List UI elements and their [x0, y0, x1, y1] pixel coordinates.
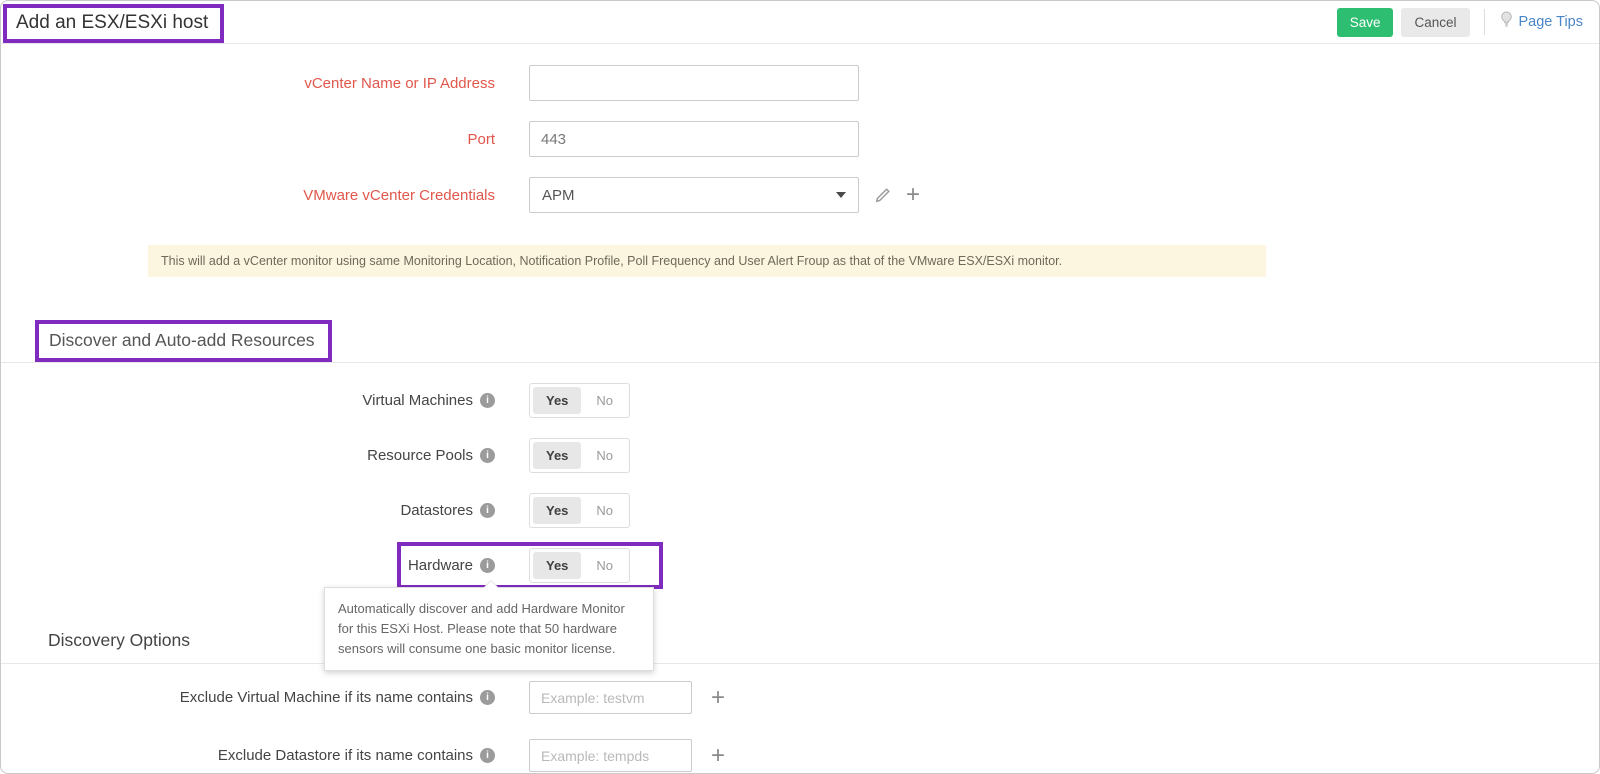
virtual-machines-row: Virtual Machines Yes No — [1, 383, 1599, 418]
virtual-machines-yes-option[interactable]: Yes — [533, 387, 581, 414]
chevron-down-icon — [836, 192, 846, 198]
exclude-datastore-add-button[interactable]: + — [711, 744, 725, 768]
virtual-machines-info-icon[interactable] — [480, 393, 495, 408]
edit-credentials-button[interactable] — [874, 187, 891, 204]
credentials-label: VMware vCenter Credentials — [1, 187, 495, 204]
discovery-options-title: Discovery Options — [48, 630, 1599, 651]
resource-pools-yes-option[interactable]: Yes — [533, 442, 581, 469]
virtual-machines-toggle: Yes No — [529, 383, 630, 418]
virtual-machines-no-option[interactable]: No — [583, 387, 626, 414]
exclude-vm-info-icon[interactable] — [480, 690, 495, 705]
add-esx-host-page: Add an ESX/ESXi host Save Cancel Page Ti… — [0, 0, 1600, 774]
page-title: Add an ESX/ESXi host — [16, 12, 208, 34]
credentials-selected-value: APM — [542, 187, 575, 204]
exclude-vm-label: Exclude Virtual Machine if its name cont… — [180, 689, 473, 706]
credentials-row: VMware vCenter Credentials APM + — [1, 177, 1599, 213]
resource-pools-toggle: Yes No — [529, 438, 630, 473]
cancel-button[interactable]: Cancel — [1401, 8, 1469, 37]
add-credentials-button[interactable]: + — [906, 183, 920, 207]
page-tips-link[interactable]: Page Tips — [1499, 11, 1584, 33]
discover-section-highlight-box: Discover and Auto-add Resources — [35, 320, 332, 362]
header-divider — [1484, 9, 1485, 35]
exclude-datastore-input[interactable] — [529, 739, 692, 772]
vcenter-name-row: vCenter Name or IP Address — [1, 65, 1599, 101]
vcenter-name-input[interactable] — [529, 65, 859, 101]
page-title-highlight-box: Add an ESX/ESXi host — [3, 4, 224, 43]
port-input[interactable] — [529, 121, 859, 157]
resource-pools-row: Resource Pools Yes No — [1, 438, 1599, 473]
hardware-no-option[interactable]: No — [583, 552, 626, 579]
credentials-dropdown[interactable]: APM — [529, 177, 859, 213]
datastores-toggle: Yes No — [529, 493, 630, 528]
virtual-machines-label: Virtual Machines — [362, 392, 473, 409]
exclude-vm-row: Exclude Virtual Machine if its name cont… — [1, 681, 1599, 714]
lightbulb-icon — [1499, 11, 1514, 33]
port-row: Port — [1, 121, 1599, 157]
hardware-row: Hardware Yes No Automatically discover a… — [1, 548, 1599, 583]
page-header: Add an ESX/ESXi host Save Cancel Page Ti… — [1, 1, 1599, 44]
exclude-datastore-label: Exclude Datastore if its name contains — [218, 747, 473, 764]
header-actions: Save Cancel Page Tips — [1337, 8, 1583, 37]
datastores-no-option[interactable]: No — [583, 497, 626, 524]
discovery-options-divider — [1, 663, 1599, 664]
datastores-yes-option[interactable]: Yes — [533, 497, 581, 524]
resource-pools-label: Resource Pools — [367, 447, 473, 464]
hardware-info-icon[interactable] — [480, 558, 495, 573]
hardware-toggle: Yes No — [529, 548, 630, 583]
discover-section-divider — [1, 362, 1599, 363]
exclude-datastore-info-icon[interactable] — [480, 748, 495, 763]
page-tips-label: Page Tips — [1519, 14, 1584, 30]
hardware-tooltip: Automatically discover and add Hardware … — [324, 587, 654, 671]
save-button[interactable]: Save — [1337, 8, 1394, 37]
resource-pools-info-icon[interactable] — [480, 448, 495, 463]
vcenter-name-label: vCenter Name or IP Address — [1, 75, 495, 92]
exclude-vm-input[interactable] — [529, 681, 692, 714]
discover-section-title: Discover and Auto-add Resources — [49, 330, 315, 351]
hardware-label: Hardware — [408, 557, 473, 574]
datastores-info-icon[interactable] — [480, 503, 495, 518]
port-label: Port — [1, 131, 495, 148]
info-banner: This will add a vCenter monitor using sa… — [148, 245, 1266, 277]
datastores-label: Datastores — [400, 502, 473, 519]
exclude-datastore-row: Exclude Datastore if its name contains + — [1, 739, 1599, 772]
resource-pools-no-option[interactable]: No — [583, 442, 626, 469]
datastores-row: Datastores Yes No — [1, 493, 1599, 528]
hardware-yes-option[interactable]: Yes — [533, 552, 581, 579]
exclude-vm-add-button[interactable]: + — [711, 686, 725, 710]
